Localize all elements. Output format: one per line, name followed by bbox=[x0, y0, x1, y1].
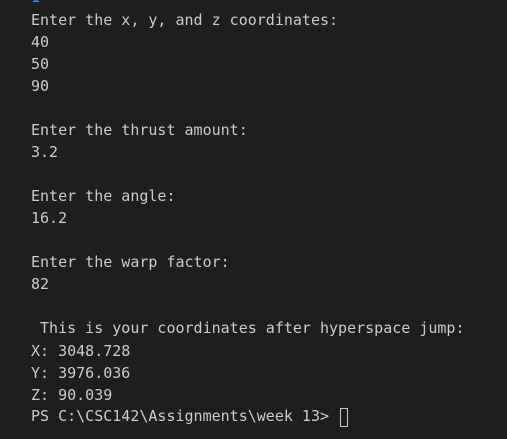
terminal-line-thrust-input: 3.2 bbox=[31, 143, 59, 161]
terminal-line-result-y: Y: 3976.036 bbox=[31, 364, 131, 382]
terminal-line-x-input: 40 bbox=[31, 33, 50, 51]
terminal-line-prompt-angle: Enter the angle: bbox=[31, 187, 176, 205]
terminal-line-result-heading: This is your coordinates after hyperspac… bbox=[31, 319, 465, 337]
terminal-line-angle-input: 16.2 bbox=[31, 209, 68, 227]
text-cursor[interactable] bbox=[340, 407, 349, 427]
terminal-panel[interactable]: 1 Enter the x, y, and z coordinates: 40 … bbox=[0, 0, 507, 439]
terminal-line-result-z: Z: 90.039 bbox=[31, 386, 113, 404]
terminal-line-z-input: 90 bbox=[31, 77, 50, 95]
shell-prompt: PS C:\CSC142\Assignments\week 13> bbox=[31, 407, 339, 425]
terminal-prompt-row[interactable]: PS C:\CSC142\Assignments\week 13> bbox=[31, 405, 349, 427]
terminal-line-prompt-thrust: Enter the thrust amount: bbox=[31, 121, 248, 139]
terminal-line-result-x: X: 3048.728 bbox=[31, 342, 131, 360]
terminal-partial-line: 1 bbox=[31, 0, 40, 8]
terminal-line-prompt-coordinates: Enter the x, y, and z coordinates: bbox=[31, 11, 339, 29]
terminal-line-warp-input: 82 bbox=[31, 275, 50, 293]
terminal-line-prompt-warp: Enter the warp factor: bbox=[31, 253, 230, 271]
terminal-line-y-input: 50 bbox=[31, 55, 50, 73]
